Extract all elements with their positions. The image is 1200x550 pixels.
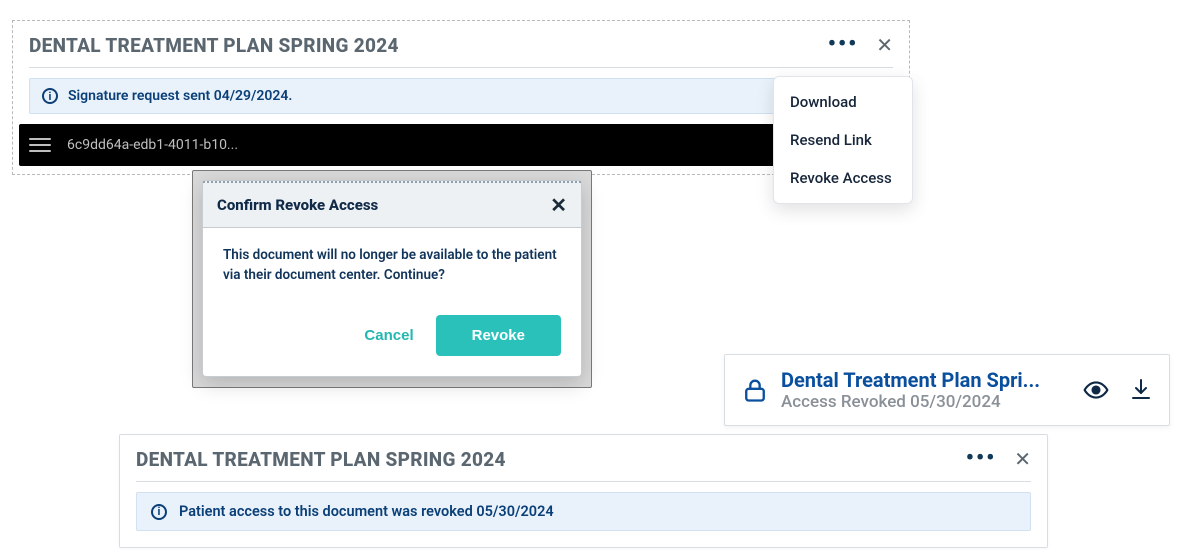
more-options-icon[interactable]: ••• [828, 34, 858, 56]
close-icon[interactable]: ✕ [1014, 447, 1031, 471]
divider [136, 481, 1031, 482]
info-banner-access-revoked: i Patient access to this document was re… [136, 492, 1031, 531]
more-options-menu: Download Resend Link Revoke Access [773, 76, 913, 204]
more-options-icon[interactable]: ••• [966, 448, 996, 470]
info-banner-text: Patient access to this document was revo… [179, 503, 554, 520]
document-panel-before-revoke: DENTAL TREATMENT PLAN SPRING 2024 ••• ✕ … [12, 20, 910, 175]
document-panel-after-revoke: DENTAL TREATMENT PLAN SPRING 2024 ••• ✕ … [119, 434, 1048, 548]
modal-title: Confirm Revoke Access [217, 196, 550, 214]
lock-icon [741, 376, 769, 404]
cancel-button[interactable]: Cancel [364, 327, 413, 344]
modal-body-text: This document will no longer be availabl… [203, 228, 581, 293]
tile-actions [1083, 377, 1153, 403]
tile-title: Dental Treatment Plan Spri... [781, 368, 1071, 392]
panel-header: DENTAL TREATMENT PLAN SPRING 2024 ••• ✕ [13, 21, 909, 63]
menu-item-resend-link[interactable]: Resend Link [774, 121, 912, 159]
revoke-button[interactable]: Revoke [436, 315, 561, 356]
document-tile-revoked[interactable]: Dental Treatment Plan Spri... Access Rev… [724, 354, 1170, 426]
document-title: DENTAL TREATMENT PLAN SPRING 2024 [136, 448, 966, 471]
modal-header: Confirm Revoke Access ✕ [203, 181, 581, 228]
info-banner-signature-sent: i Signature request sent 04/29/2024. [29, 78, 893, 114]
close-icon[interactable]: ✕ [550, 193, 567, 217]
document-title: DENTAL TREATMENT PLAN SPRING 2024 [29, 34, 828, 57]
info-icon: i [151, 504, 167, 520]
tile-text: Dental Treatment Plan Spri... Access Rev… [781, 368, 1071, 412]
tile-subtitle: Access Revoked 05/30/2024 [781, 392, 1071, 412]
info-banner-text: Signature request sent 04/29/2024. [68, 88, 292, 104]
divider [29, 67, 893, 68]
confirm-revoke-modal: Confirm Revoke Access ✕ This document wi… [202, 180, 582, 377]
header-actions: ••• ✕ [828, 33, 893, 57]
modal-footer: Cancel Revoke [203, 293, 581, 376]
info-icon: i [42, 88, 58, 104]
menu-item-revoke-access[interactable]: Revoke Access [774, 159, 912, 197]
close-icon[interactable]: ✕ [876, 33, 893, 57]
hamburger-icon[interactable] [29, 138, 51, 152]
menu-item-download[interactable]: Download [774, 83, 912, 121]
document-filename: 6c9dd64a-edb1-4011-b10... [67, 137, 238, 153]
document-viewer-toolbar: 6c9dd64a-edb1-4011-b10... [19, 124, 903, 166]
header-actions: ••• ✕ [966, 447, 1031, 471]
view-icon[interactable] [1083, 377, 1109, 403]
panel-header: DENTAL TREATMENT PLAN SPRING 2024 ••• ✕ [120, 435, 1047, 477]
download-icon[interactable] [1129, 377, 1153, 403]
